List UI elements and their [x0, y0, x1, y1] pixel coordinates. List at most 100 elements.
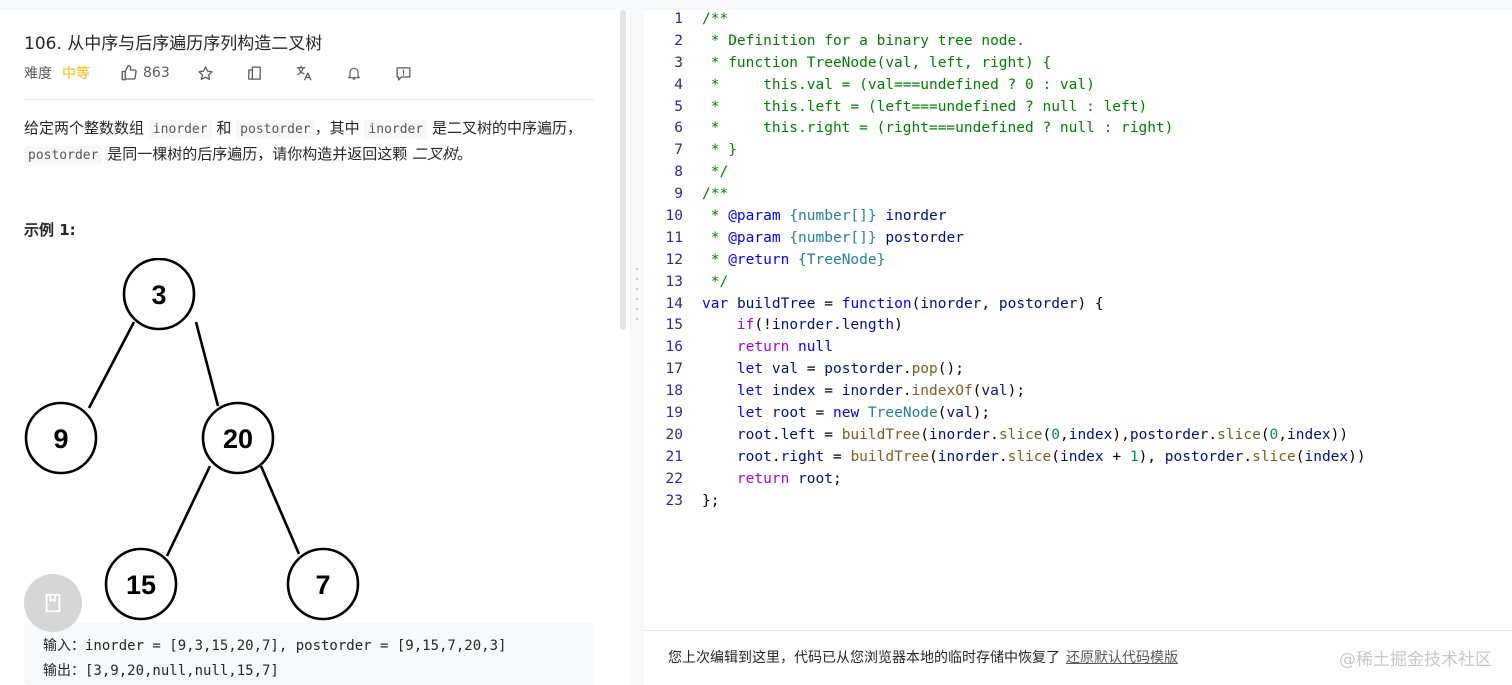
code-token: * [702, 229, 729, 246]
panel-resize-handle[interactable] [630, 0, 644, 685]
code-token: * Definition for a binary tree node. [702, 32, 1026, 49]
code-line[interactable]: 11 * @param {number[]} postorder [644, 228, 1512, 250]
code-line[interactable]: 16 return null [644, 337, 1512, 359]
statement-text: 给定两个整数数组 [24, 119, 145, 137]
code-text: * @param {number[]} postorder [702, 228, 964, 250]
like-button[interactable] [120, 62, 138, 84]
left-panel-top-strip [0, 0, 630, 10]
code-text: return null [702, 337, 833, 359]
notification-button[interactable] [346, 62, 362, 84]
code-token: return [736, 339, 790, 356]
code-token: slice [1252, 448, 1296, 465]
code-token: pop [911, 361, 938, 378]
code-token: val [981, 383, 1008, 400]
code-token: inorder [929, 426, 991, 443]
code-token: * function TreeNode(val, left, right) { [702, 54, 1052, 71]
code-line[interactable]: 22 return root; [644, 469, 1512, 491]
code-line[interactable]: 18 let index = inorder.indexOf(val); [644, 381, 1512, 403]
translate-button[interactable] [295, 62, 313, 84]
code-token: var [702, 295, 729, 312]
notes-floating-button[interactable] [24, 574, 82, 632]
code-token: inorder [841, 383, 903, 400]
line-number: 6 [674, 120, 683, 137]
code-token: buildTree [736, 295, 816, 312]
code-line[interactable]: 9 /** [644, 184, 1512, 206]
translate-icon [296, 65, 312, 81]
code-line[interactable]: 6 * this.right = (right===undefined ? nu… [644, 118, 1512, 140]
code-token: = [815, 383, 842, 400]
code-token: ( [1042, 426, 1052, 443]
problem-title: 106. 从中序与后序遍历序列构造二叉树 [24, 34, 323, 54]
code-text: */ [702, 272, 728, 294]
code-token: index [1304, 448, 1349, 465]
description-scrollbar[interactable] [620, 10, 626, 330]
code-line[interactable]: 1 /** [644, 9, 1512, 31]
example-output: [3,9,20,null,null,15,7] [85, 663, 279, 679]
code-line[interactable]: 3 * function TreeNode(val, left, right) … [644, 53, 1512, 75]
code-token: postorder [998, 295, 1078, 312]
code-token: ); [1007, 383, 1026, 400]
code-line[interactable]: 13 */ [644, 272, 1512, 294]
line-number: 4 [674, 76, 683, 93]
code-line[interactable]: 14 var buildTree = function(inorder, post… [644, 294, 1512, 316]
code-token: let [736, 383, 764, 400]
inline-code: inorder [148, 120, 212, 139]
feedback-icon [396, 66, 411, 81]
line-number: 9 [674, 186, 683, 203]
tree-node-label: 7 [315, 570, 330, 600]
line-number: 14 [665, 295, 683, 312]
share-button[interactable] [246, 62, 263, 84]
code-token: {number[]} [789, 208, 877, 225]
code-token: = [815, 295, 842, 312]
code-line[interactable]: 15 if(!inorder.length) [644, 315, 1512, 337]
line-number: 10 [665, 208, 683, 225]
code-token: /** [702, 11, 729, 27]
code-text: root.left = buildTree(inorder.slice(0,in… [702, 425, 1348, 447]
code-text: * this.val = (val===undefined ? 0 : val) [702, 75, 1095, 97]
code-line[interactable]: 2 * Definition for a binary tree node. [644, 31, 1512, 53]
code-line[interactable]: 12 * @return {TreeNode} [644, 250, 1512, 272]
favorite-button[interactable] [197, 62, 214, 84]
code-editor[interactable]: 1 /** 2 * Definition for a binary tree nod… [644, 9, 1512, 512]
code-text: /** [702, 184, 728, 206]
code-line[interactable]: 21 root.right = buildTree(inorder.slice(… [644, 447, 1512, 469]
restore-default-code-link[interactable]: 还原默认代码模版 [1066, 650, 1178, 666]
example-io-box: 输入：inorder = [9,3,15,20,7], postorder = … [24, 623, 594, 685]
code-line[interactable]: 7 * } [644, 140, 1512, 162]
code-token: length [841, 317, 895, 334]
code-token: * } [702, 142, 737, 159]
code-text: let index = inorder.indexOf(val); [702, 381, 1025, 403]
tree-node-label: 20 [223, 424, 253, 454]
code-token: val [771, 361, 799, 378]
feedback-button[interactable] [395, 62, 412, 84]
code-token: val [946, 405, 973, 422]
code-line[interactable]: 10 * @param {number[]} inorder [644, 206, 1512, 228]
code-token: ( [929, 448, 938, 465]
code-line[interactable]: 5 * this.left = (left===undefined ? null… [644, 97, 1512, 119]
code-editor-panel[interactable]: 1 /** 2 * Definition for a binary tree nod… [644, 0, 1512, 685]
code-line[interactable]: 8 */ [644, 162, 1512, 184]
code-line[interactable]: 19 let root = new TreeNode(val); [644, 403, 1512, 425]
code-token: function [841, 295, 912, 312]
code-text: /** [702, 9, 728, 31]
line-number: 17 [665, 361, 683, 378]
code-token: ( [911, 295, 921, 312]
code-token: . [771, 426, 781, 443]
bell-icon [347, 67, 360, 80]
code-line[interactable]: 17 let val = postorder.pop(); [644, 359, 1512, 381]
code-line[interactable]: 23}; [644, 491, 1512, 513]
code-token: slice [1217, 426, 1261, 443]
code-text: * } [702, 140, 737, 162]
code-token: * [702, 251, 729, 268]
code-text: var buildTree = function(inorder, postor… [702, 294, 1104, 316]
code-line[interactable]: 20 root.left = buildTree(inorder.slice(0… [644, 425, 1512, 447]
tree-node-label: 9 [53, 424, 68, 454]
code-line[interactable]: 4 * this.val = (val===undefined ? 0 : va… [644, 75, 1512, 97]
